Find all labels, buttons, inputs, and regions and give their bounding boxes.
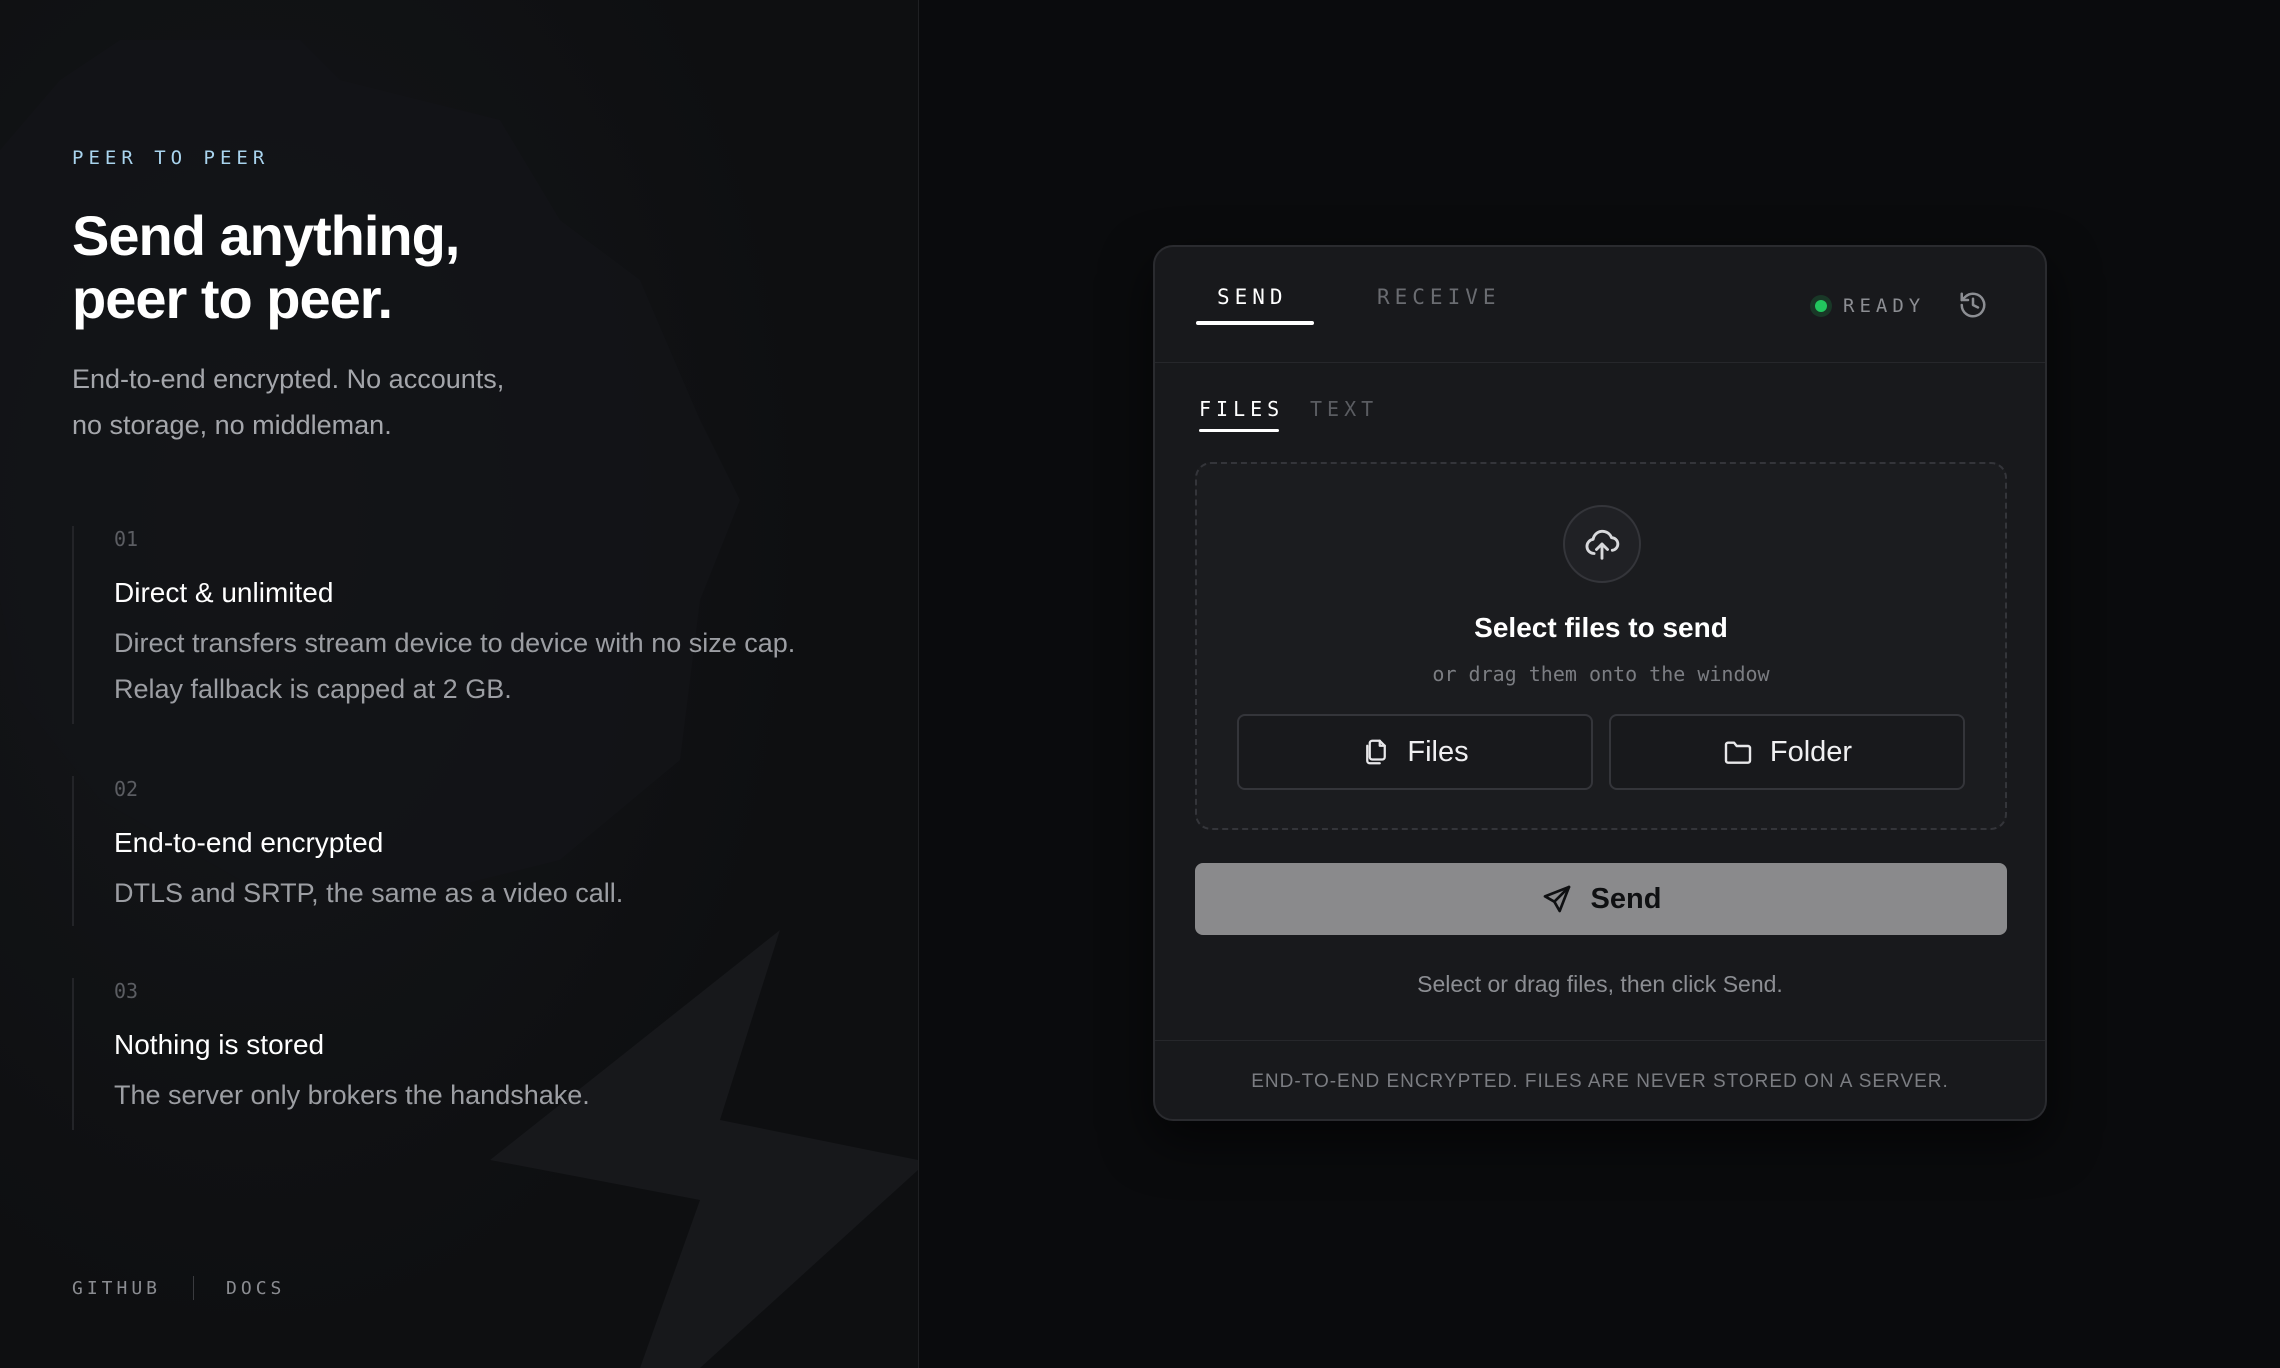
paper-plane-icon [1543,885,1570,913]
history-icon [1960,292,1986,318]
dropzone-subtitle: or drag them onto the window [1432,662,1770,686]
feature-title: Nothing is stored [114,1029,325,1060]
feature-description-line: The server only brokers the handshake. [114,1080,590,1110]
files-icon [1366,739,1387,765]
feature-description: Direct transfers stream device to device… [114,620,918,712]
feature-description: The server only brokers the handshake. [114,1072,918,1118]
footer-links: GITHUB DOCS [72,1276,285,1300]
tab-receive[interactable]: RECEIVE [1377,285,1501,309]
send-button[interactable]: Send [1195,863,2007,935]
lede-line-1: End-to-end encrypted. No accounts, [72,364,505,394]
select-files-label: Files [1407,735,1469,768]
select-files-button[interactable]: Files [1237,714,1593,790]
feature-item-encrypted: 02 End-to-end encrypted DTLS and SRTP, t… [72,776,918,926]
feature-title: End-to-end encrypted [114,827,384,858]
feature-number: 02 [114,777,139,801]
status-dot-icon [1815,300,1827,312]
cloud-upload-icon [1585,529,1620,560]
feature-number: 01 [114,527,139,551]
feature-title: Direct & unlimited [114,577,334,608]
upload-badge [1563,505,1641,583]
feature-description: DTLS and SRTP, the same as a video call. [114,870,918,916]
lede-line-2: no storage, no middleman. [72,410,392,440]
transfer-card: SEND RECEIVE READY FILES TEXT Select fil… [1153,245,2047,1121]
card-footer-note: END-TO-END ENCRYPTED. FILES ARE NEVER ST… [1155,1040,2045,1119]
page-headline: Send anything, peer to peer. [72,204,772,330]
select-folder-label: Folder [1769,735,1853,768]
feature-number: 03 [114,979,139,1003]
send-hint: Select or drag files, then click Send. [1417,971,1783,997]
dropzone-title: Select files to send [1474,612,1728,643]
github-link[interactable]: GITHUB [72,1278,161,1299]
card-header: SEND RECEIVE READY [1155,247,2045,363]
tab-send[interactable]: SEND [1217,285,1288,309]
feature-item-nothing-stored: 03 Nothing is stored The server only bro… [72,978,918,1130]
folder-icon [1724,741,1752,764]
feature-item-direct: 01 Direct & unlimited Direct transfers s… [72,526,918,724]
tab-send-underline [1196,321,1314,325]
subtab-files[interactable]: FILES [1199,397,1284,421]
select-folder-button[interactable]: Folder [1609,714,1965,790]
intro-panel: PEER TO PEER Send anything, peer to peer… [0,0,919,1368]
docs-link[interactable]: DOCS [226,1278,285,1299]
feature-description-line: DTLS and SRTP, the same as a video call. [114,878,624,908]
footer-divider [193,1276,195,1300]
feature-description-line: Direct transfers stream device to device… [114,628,796,658]
file-dropzone[interactable]: Select files to send or drag them onto t… [1195,462,2007,830]
headline-line-1: Send anything, [72,204,460,267]
send-button-label: Send [1590,882,1662,915]
history-button[interactable] [1951,283,1995,327]
connection-status: READY [1815,295,1925,317]
headline-line-2: peer to peer. [72,267,393,330]
eyebrow-label: PEER TO PEER [72,147,270,169]
feature-description-line: Relay fallback is capped at 2 GB. [114,674,512,704]
subtab-text[interactable]: TEXT [1310,397,1378,421]
subtab-files-underline [1199,429,1279,432]
lede-text: End-to-end encrypted. No accounts, no st… [72,356,632,448]
status-label: READY [1843,295,1926,317]
